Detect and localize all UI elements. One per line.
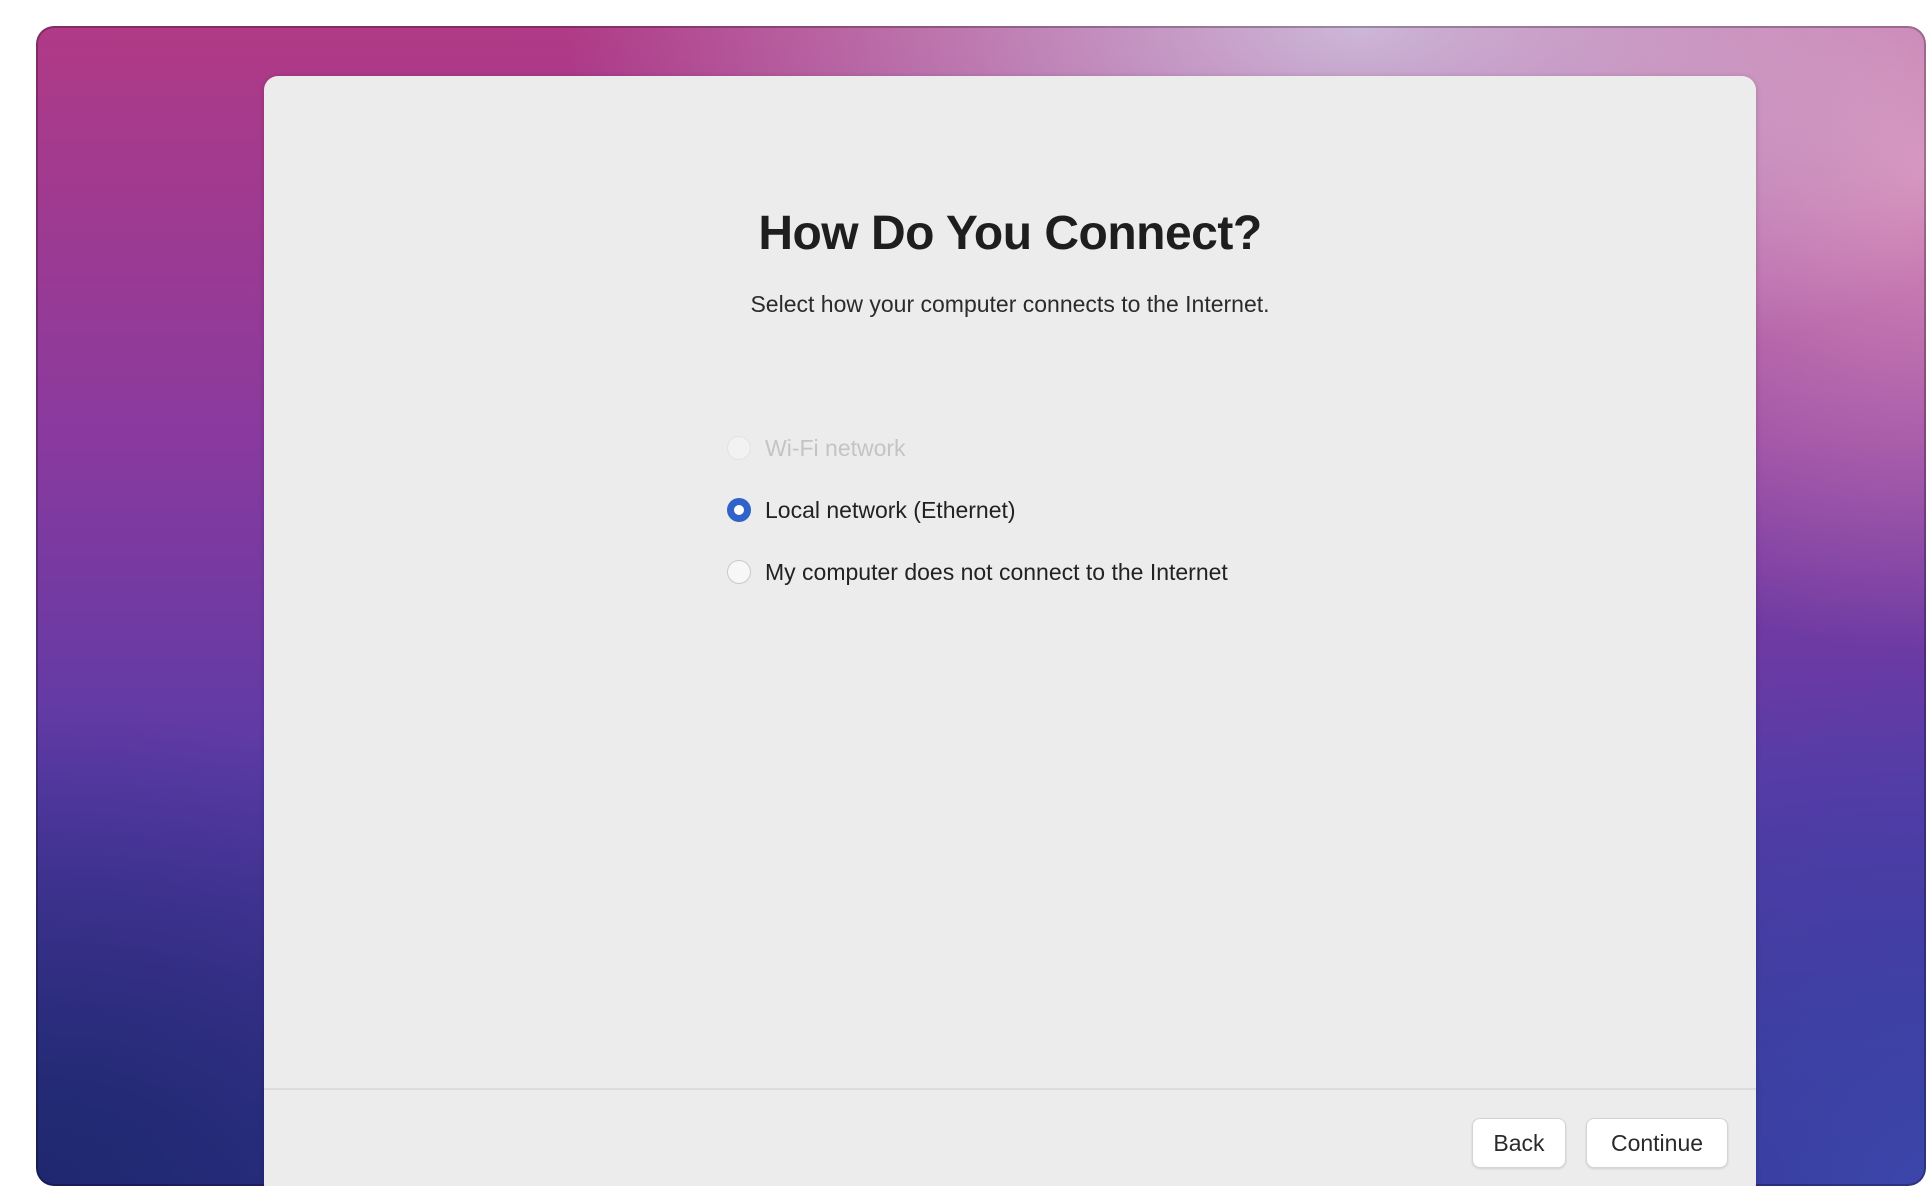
option-label-ethernet[interactable]: Local network (Ethernet) [765,497,1016,524]
footer-divider [264,1088,1756,1090]
option-label-no-internet[interactable]: My computer does not connect to the Inte… [765,559,1228,586]
radio-button-ethernet[interactable] [727,498,751,522]
connection-options: Wi-Fi network Local network (Ethernet) M… [727,428,1228,614]
option-label-wifi: Wi-Fi network [765,434,906,461]
option-local-network[interactable]: Local network (Ethernet) [727,490,1228,530]
setup-assistant-dialog: How Do You Connect? Select how your comp… [264,76,1756,1186]
radio-button-wifi [727,436,751,460]
option-no-internet[interactable]: My computer does not connect to the Inte… [727,552,1228,592]
page-subtitle: Select how your computer connects to the… [750,291,1270,317]
desktop-wallpaper: How Do You Connect? Select how your comp… [36,26,1926,1186]
option-wifi-network: Wi-Fi network [727,428,1228,468]
continue-button[interactable]: Continue [1586,1118,1728,1168]
back-button[interactable]: Back [1472,1118,1566,1168]
radio-button-no-internet[interactable] [727,560,751,584]
page-title: How Do You Connect? [758,207,1262,260]
footer-buttons: Back Continue [1472,1118,1728,1168]
